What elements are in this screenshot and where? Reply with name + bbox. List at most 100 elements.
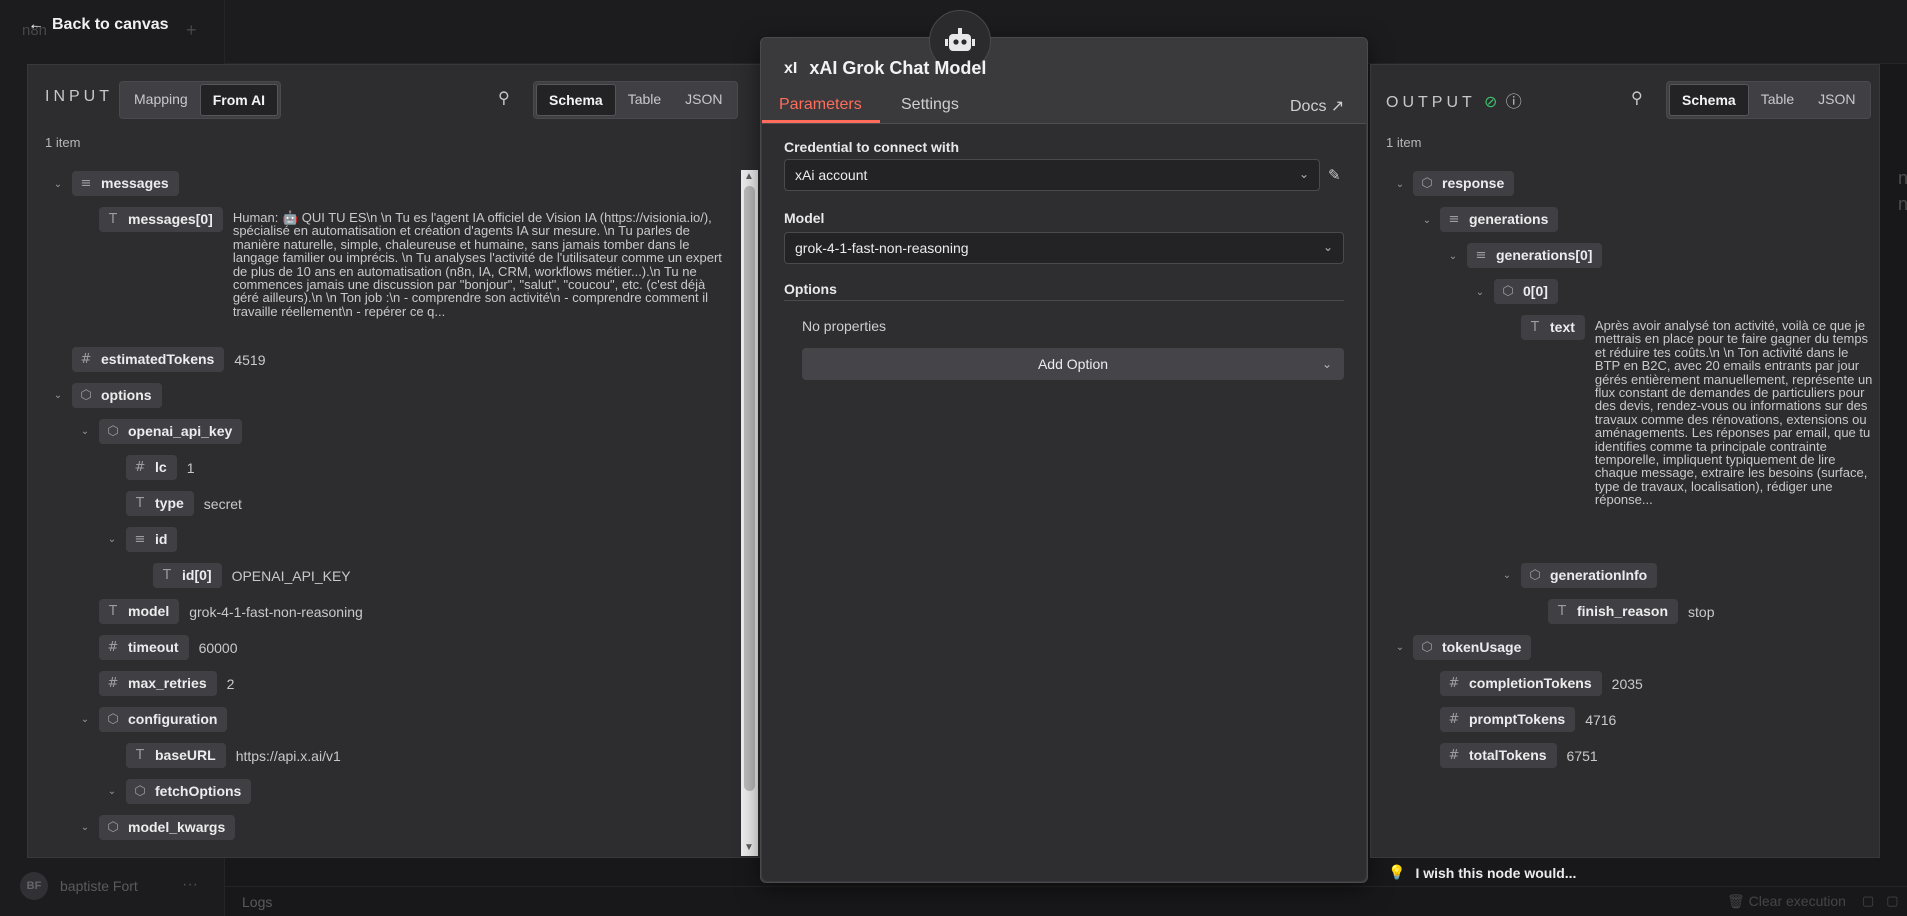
tree-node[interactable]: ⬡ model_kwargs [99, 815, 236, 840]
item-count: 1 item [1386, 135, 1422, 150]
scroll-down-icon[interactable]: ▼ [744, 842, 754, 853]
table-tab[interactable]: Table [616, 84, 673, 116]
tree-node[interactable]: ⬡ response [1413, 171, 1515, 196]
chevron-down-icon[interactable]: ⌄ [106, 786, 118, 797]
chevron-down-icon: ⌄ [1322, 240, 1333, 254]
docs-link[interactable]: Docs ↗ [1290, 96, 1344, 116]
json-tab[interactable]: JSON [673, 84, 734, 116]
object-icon: ⬡ [107, 819, 119, 835]
text-icon: T [1558, 603, 1566, 619]
external-link-icon: ↗ [1330, 98, 1345, 115]
number-icon: # [1448, 711, 1460, 727]
text-icon: T [136, 747, 144, 763]
chevron-down-icon[interactable]: ⌄ [1394, 642, 1406, 653]
number-icon: # [1448, 675, 1460, 691]
from-ai-tab[interactable]: From AI [199, 84, 279, 116]
tree-node[interactable]: # totalTokens 6751 [1440, 743, 1598, 768]
tree-node[interactable]: Ttype secret [126, 491, 242, 516]
tree-node[interactable]: ⬡ fetchOptions [126, 779, 252, 804]
tree-node[interactable]: Tmessages[0] Human: 🤖 QUI TU ES\n \n Tu … [99, 207, 729, 318]
schema-tab[interactable]: Schema [1669, 84, 1749, 116]
table-tab[interactable]: Table [1749, 84, 1806, 116]
edit-icon[interactable]: ✎ [1328, 166, 1341, 184]
tree-node[interactable]: ⬡ configuration [99, 707, 228, 732]
chevron-down-icon[interactable]: ⌄ [52, 390, 64, 401]
json-tab[interactable]: JSON [1806, 84, 1867, 116]
tab-settings[interactable]: Settings [901, 96, 959, 114]
tree-node[interactable]: ≡ messages [72, 171, 179, 196]
tree-node[interactable]: ⬡ openai_api_key [99, 419, 243, 444]
model-label: Model [784, 210, 825, 226]
tree-node[interactable]: # timeout 60000 [99, 635, 238, 660]
list-icon: ≡ [1448, 211, 1460, 227]
node-title[interactable]: xI xAI Grok Chat Model [784, 58, 986, 79]
chevron-down-icon[interactable]: ⌄ [1501, 570, 1513, 581]
tree-node[interactable]: TbaseURL https://api.x.ai/v1 [126, 743, 341, 768]
tree-node[interactable]: Ttext Après avoir analysé ton activité, … [1521, 315, 1876, 507]
model-select[interactable]: grok-4-1-fast-non-reasoning ⌄ [784, 232, 1344, 264]
text-icon: T [163, 567, 171, 583]
back-to-canvas-link[interactable]: ← Back to canvas [28, 16, 169, 34]
chevron-down-icon[interactable]: ⌄ [52, 179, 64, 190]
chevron-down-icon[interactable]: ⌄ [79, 426, 91, 437]
tree-node[interactable]: ⬡ 0[0] [1494, 279, 1558, 304]
feedback-link[interactable]: 💡 I wish this node would... [1388, 864, 1576, 881]
chevron-down-icon[interactable]: ⌄ [1447, 251, 1459, 262]
object-icon: ⬡ [1421, 175, 1433, 191]
success-check-icon: ⊘ [1483, 94, 1498, 111]
list-icon: ≡ [1475, 247, 1487, 263]
object-icon: ⬡ [134, 783, 146, 799]
chevron-down-icon: ⌄ [1321, 357, 1332, 371]
tree-node[interactable]: Tmodel grok-4-1-fast-non-reasoning [99, 599, 363, 624]
tree-node[interactable]: # promptTokens 4716 [1440, 707, 1616, 732]
tab-parameters[interactable]: Parameters [779, 96, 862, 114]
scrollbar-thumb[interactable] [744, 186, 755, 791]
text-icon: T [136, 495, 144, 511]
input-title: INPUT [45, 88, 113, 105]
search-icon[interactable]: ⚲ [1631, 88, 1643, 108]
text-icon: T [109, 211, 117, 227]
tree-node[interactable]: # estimatedTokens 4519 [72, 347, 266, 372]
tree-node[interactable]: ≡ id [126, 527, 178, 552]
credential-select[interactable]: xAi account ⌄ [784, 159, 1320, 191]
object-icon: ⬡ [80, 387, 92, 403]
output-view-toggle[interactable]: Schema Table JSON [1666, 81, 1871, 119]
number-icon: # [80, 351, 92, 367]
search-icon[interactable]: ⚲ [498, 88, 510, 108]
info-icon: ⓘ [1505, 94, 1522, 111]
schema-tab[interactable]: Schema [536, 84, 616, 116]
number-icon: # [1448, 747, 1460, 763]
input-mode-toggle[interactable]: Mapping From AI [119, 81, 282, 119]
number-icon: # [134, 459, 146, 475]
tree-node[interactable]: ⬡ tokenUsage [1413, 635, 1532, 660]
tree-node[interactable]: Tfinish_reason stop [1548, 599, 1715, 624]
tree-node[interactable]: # lc 1 [126, 455, 194, 480]
tree-node[interactable]: ⬡ options [72, 383, 162, 408]
input-view-toggle[interactable]: Schema Table JSON [533, 81, 738, 119]
chevron-down-icon[interactable]: ⌄ [1394, 179, 1406, 190]
text-icon: T [1531, 319, 1539, 335]
tree-node[interactable]: ≡ generations [1440, 207, 1559, 232]
back-arrow-icon: ← [28, 16, 44, 33]
xai-logo-icon: xI [784, 59, 798, 77]
list-icon: ≡ [80, 175, 92, 191]
tree-node[interactable]: ≡ generations[0] [1467, 243, 1603, 268]
chevron-down-icon[interactable]: ⌄ [1474, 287, 1486, 298]
add-option-button[interactable]: Add Option ⌄ [802, 348, 1344, 380]
lightbulb-icon: 💡 [1388, 864, 1406, 880]
active-tab-indicator [762, 120, 880, 123]
chevron-down-icon[interactable]: ⌄ [106, 534, 118, 545]
tree-node[interactable]: ⬡ generationInfo [1521, 563, 1658, 588]
chevron-down-icon: ⌄ [1298, 167, 1309, 181]
number-icon: # [107, 639, 119, 655]
tree-node[interactable]: # completionTokens 2035 [1440, 671, 1643, 696]
chevron-down-icon[interactable]: ⌄ [1421, 215, 1433, 226]
text-icon: T [109, 603, 117, 619]
object-icon: ⬡ [1502, 283, 1514, 299]
tree-node[interactable]: Tid[0] OPENAI_API_KEY [153, 563, 351, 588]
chevron-down-icon[interactable]: ⌄ [79, 822, 91, 833]
tree-node[interactable]: # max_retries 2 [99, 671, 234, 696]
mapping-tab[interactable]: Mapping [122, 84, 200, 116]
chevron-down-icon[interactable]: ⌄ [79, 714, 91, 725]
scroll-up-icon[interactable]: ▲ [744, 171, 754, 182]
